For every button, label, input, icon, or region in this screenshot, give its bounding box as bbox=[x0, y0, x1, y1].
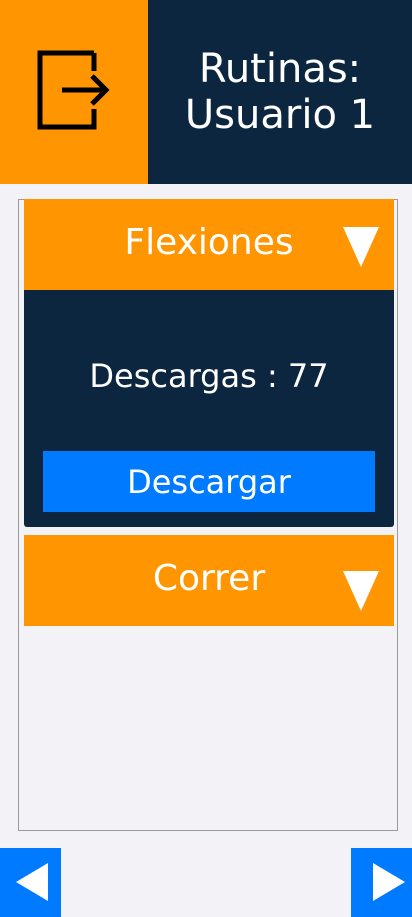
download-button[interactable]: Descargar bbox=[43, 451, 375, 512]
logout-button[interactable] bbox=[0, 0, 148, 184]
triangle-down-icon[interactable] bbox=[343, 571, 379, 611]
routine-header-correr[interactable]: Correr bbox=[24, 535, 394, 626]
downloads-count: Descargas : 77 bbox=[89, 357, 329, 395]
routine-name: Flexiones bbox=[124, 222, 294, 263]
previous-button[interactable] bbox=[0, 848, 61, 917]
triangle-down-icon[interactable] bbox=[343, 227, 379, 267]
page-title: Rutinas: Usuario 1 bbox=[184, 46, 376, 138]
logout-icon bbox=[36, 47, 112, 137]
arrow-left-icon bbox=[16, 863, 48, 901]
arrow-right-icon bbox=[373, 863, 405, 901]
routine-name: Correr bbox=[152, 558, 266, 599]
routine-details-flexiones: Descargas : 77 Descargar bbox=[24, 290, 394, 527]
routine-header-flexiones[interactable]: Flexiones bbox=[24, 199, 394, 290]
next-button[interactable] bbox=[351, 848, 412, 917]
page-header: Rutinas: Usuario 1 bbox=[148, 0, 412, 184]
